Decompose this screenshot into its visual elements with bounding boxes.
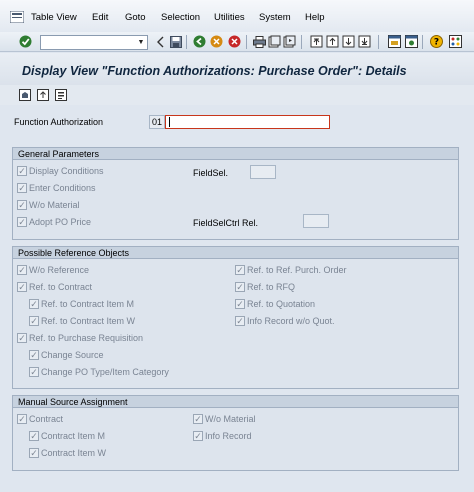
ref-to-contract-item-m-checkbox[interactable]: ✓ Ref. to Contract Item M <box>29 299 134 309</box>
info-record-wo-quot-checkbox[interactable]: ✓ Info Record w/o Quot. <box>235 316 335 326</box>
checkbox-checked-icon: ✓ <box>17 282 27 292</box>
general-parameters-title: General Parameters <box>13 148 458 160</box>
shortcut-icon[interactable] <box>404 34 419 49</box>
other-entry-icon[interactable] <box>17 87 32 102</box>
checkbox-checked-icon: ✓ <box>17 333 27 343</box>
ref-to-contract-checkbox[interactable]: ✓ Ref. to Contract <box>17 282 92 292</box>
change-po-type-checkbox[interactable]: ✓ Change PO Type/Item Category <box>29 367 169 377</box>
checkbox-checked-icon: ✓ <box>235 282 245 292</box>
enter-conditions-checkbox[interactable]: ✓ Enter Conditions <box>17 183 96 193</box>
adopt-po-price-checkbox[interactable]: ✓ Adopt PO Price <box>17 217 91 227</box>
menu-utilities[interactable]: Utilities <box>214 12 245 23</box>
application-toolbar <box>0 85 474 105</box>
contract-item-w-checkbox[interactable]: ✓ Contract Item W <box>29 448 106 458</box>
checkbox-checked-icon: ✓ <box>29 448 39 458</box>
fieldsel-field[interactable] <box>250 165 276 179</box>
checkbox-checked-icon: ✓ <box>29 367 39 377</box>
next-entry-icon[interactable] <box>53 87 68 102</box>
text-cursor <box>169 117 170 127</box>
chevron-down-icon[interactable]: ▼ <box>135 36 147 49</box>
print-icon[interactable] <box>252 34 267 49</box>
details-content: Function Authorization 01 General Parame… <box>0 105 474 492</box>
toolbar-separator <box>378 35 379 49</box>
ref-to-purchase-requisition-checkbox[interactable]: ✓ Ref. to Purchase Requisition <box>17 333 143 343</box>
svg-text:?: ? <box>434 38 439 48</box>
manual-source-assignment-title: Manual Source Assignment <box>13 396 458 408</box>
collapse-arrow-icon[interactable] <box>153 34 168 49</box>
contract-checkbox[interactable]: ✓ Contract <box>17 414 63 424</box>
checkbox-checked-icon: ✓ <box>235 316 245 326</box>
fieldselctrl-label: FieldSelCtrl Rel. <box>193 218 259 228</box>
exit-icon[interactable] <box>209 34 224 49</box>
standard-toolbar: ▼ ? <box>0 32 474 52</box>
help-icon[interactable]: ? <box>429 34 444 49</box>
general-parameters-group: General Parameters ✓ Display Conditions … <box>12 147 459 240</box>
checkbox-checked-icon: ✓ <box>29 431 39 441</box>
checkbox-checked-icon: ✓ <box>29 350 39 360</box>
function-authorization-label: Function Authorization <box>14 117 104 127</box>
function-authorization-value: 01 <box>152 117 163 127</box>
function-authorization-text-field[interactable] <box>165 115 330 129</box>
checkbox-checked-icon: ✓ <box>17 166 27 176</box>
command-field[interactable]: ▼ <box>40 35 148 50</box>
menu-system[interactable]: System <box>259 12 291 23</box>
first-page-icon[interactable] <box>309 34 324 49</box>
page-title: Display View "Function Authorizations: P… <box>22 64 407 78</box>
previous-entry-icon[interactable] <box>35 87 50 102</box>
checkbox-checked-icon: ✓ <box>29 316 39 326</box>
checkbox-checked-icon: ✓ <box>29 299 39 309</box>
fieldsel-label: FieldSel. <box>193 168 229 178</box>
toolbar-separator <box>246 35 247 49</box>
cancel-icon[interactable] <box>227 34 242 49</box>
info-record-checkbox[interactable]: ✓ Info Record <box>193 431 252 441</box>
ref-to-rfq-checkbox[interactable]: ✓ Ref. to RFQ <box>235 282 295 292</box>
customize-layout-icon[interactable] <box>448 34 463 49</box>
contract-item-m-checkbox[interactable]: ✓ Contract Item M <box>29 431 105 441</box>
save-icon[interactable] <box>168 34 183 49</box>
display-conditions-checkbox[interactable]: ✓ Display Conditions <box>17 166 104 176</box>
sap-menu-icon[interactable] <box>9 10 25 24</box>
change-source-checkbox[interactable]: ✓ Change Source <box>29 350 104 360</box>
checkbox-checked-icon: ✓ <box>17 265 27 275</box>
menu-selection[interactable]: Selection <box>161 12 200 23</box>
create-session-icon[interactable] <box>387 34 402 49</box>
function-authorization-field[interactable]: 01 <box>149 115 165 129</box>
menu-bar: Table View Edit Goto Selection Utilities… <box>0 0 474 32</box>
checkbox-checked-icon: ✓ <box>193 414 203 424</box>
checkbox-checked-icon: ✓ <box>17 414 27 424</box>
ref-to-ref-purch-order-checkbox[interactable]: ✓ Ref. to Ref. Purch. Order <box>235 265 347 275</box>
manual-wo-material-checkbox[interactable]: ✓ W/o Material <box>193 414 256 424</box>
checkbox-checked-icon: ✓ <box>235 265 245 275</box>
menu-goto[interactable]: Goto <box>125 12 146 23</box>
possible-reference-objects-group: Possible Reference Objects ✓ W/o Referen… <box>12 246 459 389</box>
manual-source-assignment-group: Manual Source Assignment ✓ Contract ✓ Co… <box>12 395 459 471</box>
menu-table-view[interactable]: Table View <box>31 12 77 23</box>
wo-material-checkbox[interactable]: ✓ W/o Material <box>17 200 80 210</box>
menu-help[interactable]: Help <box>305 12 325 23</box>
toolbar-separator <box>186 35 187 49</box>
back-icon[interactable] <box>192 34 207 49</box>
possible-reference-objects-title: Possible Reference Objects <box>13 247 458 259</box>
last-page-icon[interactable] <box>357 34 372 49</box>
checkbox-checked-icon: ✓ <box>17 217 27 227</box>
title-bar: Display View "Function Authorizations: P… <box>0 53 474 85</box>
previous-page-icon[interactable] <box>325 34 340 49</box>
fieldselctrl-field[interactable] <box>303 214 329 228</box>
ref-to-contract-item-w-checkbox[interactable]: ✓ Ref. to Contract Item W <box>29 316 135 326</box>
wo-reference-checkbox[interactable]: ✓ W/o Reference <box>17 265 89 275</box>
toolbar-separator <box>301 35 302 49</box>
next-page-icon[interactable] <box>341 34 356 49</box>
find-icon[interactable] <box>267 34 282 49</box>
checkbox-checked-icon: ✓ <box>17 183 27 193</box>
enter-icon[interactable] <box>18 34 33 49</box>
checkbox-checked-icon: ✓ <box>193 431 203 441</box>
ref-to-quotation-checkbox[interactable]: ✓ Ref. to Quotation <box>235 299 315 309</box>
find-next-icon[interactable] <box>282 34 297 49</box>
menu-edit[interactable]: Edit <box>92 12 108 23</box>
checkbox-checked-icon: ✓ <box>235 299 245 309</box>
checkbox-checked-icon: ✓ <box>17 200 27 210</box>
toolbar-separator <box>422 35 423 49</box>
